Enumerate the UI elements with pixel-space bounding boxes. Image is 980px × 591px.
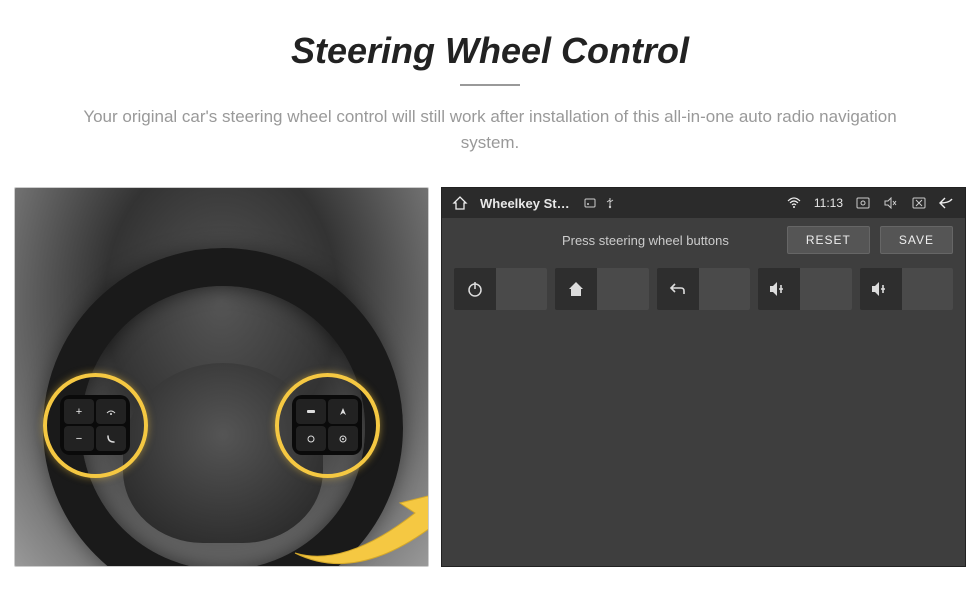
mute-icon[interactable] [883,195,899,211]
arrow-icon [285,483,429,567]
page-subtitle: Your original car's steering wheel contr… [80,104,900,155]
status-right: 11:13 [786,195,955,211]
instruction-bar: Press steering wheel buttons RESET SAVE [442,218,965,262]
key-assignment-empty [597,268,648,310]
key-assignment-empty [699,268,750,310]
highlight-circle-left [43,373,148,478]
wifi-icon [786,195,802,211]
app-title: Wheelkey St… [480,196,570,211]
highlight-circle-right [275,373,380,478]
save-button[interactable]: SAVE [880,226,953,254]
usb-icon [602,195,618,211]
status-left: Wheelkey St… [452,195,618,211]
key-slot-volume-b[interactable] [860,268,953,310]
key-slot-home[interactable] [555,268,648,310]
clock-time: 11:13 [814,196,843,210]
screenshot-icon[interactable] [855,195,871,211]
reset-button[interactable]: RESET [787,226,870,254]
title-divider [460,84,520,86]
steering-wheel-photo: + − [14,187,429,567]
home-icon[interactable] [452,195,468,211]
status-icons-small [582,195,618,211]
page-title: Steering Wheel Control [40,30,940,72]
key-slot-power[interactable] [454,268,547,310]
key-row [442,262,965,316]
head-unit-screen: Wheelkey St… 11:13 [441,187,966,567]
status-bar: Wheelkey St… 11:13 [442,188,965,218]
volume-up-icon [860,268,902,310]
key-assignment-empty [902,268,953,310]
close-app-icon[interactable] [911,195,927,211]
instruction-text: Press steering wheel buttons [454,233,777,248]
key-assignment-empty [800,268,851,310]
key-slot-volume-a[interactable] [758,268,851,310]
media-icon [582,195,598,211]
content-row: + − [0,175,980,575]
home-key-icon [555,268,597,310]
key-assignment-empty [496,268,547,310]
volume-up-icon [758,268,800,310]
power-icon [454,268,496,310]
key-slot-back[interactable] [657,268,750,310]
back-key-icon [657,268,699,310]
header-section: Steering Wheel Control Your original car… [0,0,980,175]
back-nav-icon[interactable] [939,195,955,211]
panel-body-empty [442,316,965,566]
